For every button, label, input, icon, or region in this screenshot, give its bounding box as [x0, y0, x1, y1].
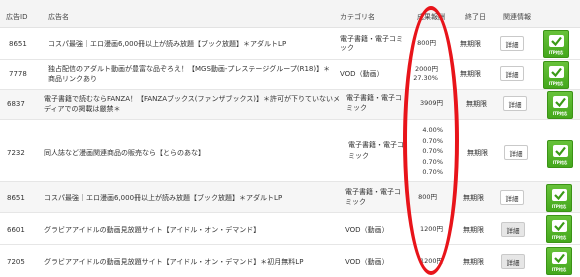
reward-values: 800円 — [405, 39, 436, 48]
reward-value: 0.70% — [422, 136, 443, 145]
itp-badge: ITP対応 — [546, 184, 572, 212]
category-line-1: 電子書籍・電子コ — [348, 141, 404, 149]
reward-value: 27.30% — [413, 74, 438, 82]
table-row: 8651 コスパ最強｜エロ漫画6,000冊以上が読み放題【ブック放題】＊アダルト… — [0, 182, 580, 213]
category-line-1: VOD（動画） — [340, 70, 384, 78]
table-row: 7232 同人誌など漫画関連商品の販売なら【とらのあな】 電子書籍・電子コ ミッ… — [0, 120, 580, 182]
check-icon — [549, 66, 564, 78]
ad-id: 7205 — [7, 258, 25, 266]
detail-button[interactable]: 詳細 — [500, 36, 524, 51]
reward-values: 2000円 27.30% — [405, 65, 438, 83]
reward-value: 0.70% — [422, 168, 443, 176]
itp-label: ITP対応 — [551, 267, 567, 272]
end-date: 無期限 — [460, 40, 481, 48]
itp-badge: ITP対応 — [546, 247, 572, 275]
ad-name[interactable]: コスパ最強｜エロ漫画6,000冊以上が読み放題【ブック放題】＊アダルトLP — [48, 39, 328, 49]
ad-id: 8651 — [7, 194, 25, 202]
reward-value: 1200円 — [419, 257, 443, 265]
reward-values: 1200円 — [405, 257, 443, 266]
header-category: カテゴリ名 — [340, 13, 375, 21]
reward-value: 4.00% — [422, 126, 443, 134]
header-related: 関連情報 — [503, 13, 531, 21]
ad-id: 8651 — [9, 40, 27, 48]
detail-button[interactable]: 詳細 — [501, 254, 525, 269]
header-name: 広告名 — [48, 13, 69, 21]
itp-label: ITP対応 — [552, 111, 568, 116]
header-reward: 成果報酬 — [417, 13, 445, 21]
itp-label: ITP対応 — [548, 50, 564, 55]
ad-id: 6837 — [7, 100, 25, 108]
ad-name-line-1[interactable]: 独占配信のアダルト動画が豊富な品ぞろえ！【MGS動画-プレステージグループ(R1… — [48, 64, 338, 74]
reward-value: 1200円 — [419, 225, 443, 233]
itp-label: ITP対応 — [548, 81, 564, 86]
category-line-2: ミック — [345, 198, 366, 206]
ad-name-line-2[interactable]: 商品リンクあり — [48, 74, 97, 84]
check-icon — [549, 35, 564, 47]
ad-name[interactable]: 同人誌など漫画関連商品の販売なら【とらのあな】 — [44, 148, 205, 158]
end-date: 無期限 — [460, 70, 481, 78]
itp-badge: ITP対応 — [543, 30, 569, 58]
ad-name-line-2[interactable]: ディアでの掲載は厳禁＊ — [44, 104, 121, 114]
table-row: 6837 電子書籍で読むならFANZA！【FANZAブックス(ファンザブックス)… — [0, 90, 580, 120]
table-row: 7205 グラビアアイドルの動画見放題サイト【アイドル・オン・デマンド】＊初月無… — [0, 245, 580, 277]
header-end-date: 終了日 — [465, 13, 486, 21]
category-line-2: ック — [340, 44, 354, 52]
itp-badge: ITP対応 — [547, 91, 573, 119]
category-line-1: VOD（動画） — [345, 226, 389, 234]
end-date: 無期限 — [463, 226, 484, 234]
category-line-1: VOD（動画） — [345, 258, 389, 266]
reward-value: 3909円 — [419, 99, 443, 107]
category-line-1: 電子書籍・電子コ — [345, 188, 401, 196]
category-line-2: ミック — [348, 152, 369, 160]
itp-label: ITP対応 — [551, 204, 567, 209]
detail-button[interactable]: 詳細 — [500, 66, 524, 81]
detail-button[interactable]: 詳細 — [500, 190, 524, 205]
category-line-2: ミック — [346, 104, 367, 112]
reward-value: 0.70% — [422, 157, 443, 166]
detail-button[interactable]: 詳細 — [504, 145, 528, 160]
ad-id: 6601 — [7, 226, 25, 234]
table-row: 8651 コスパ最強｜エロ漫画6,000冊以上が読み放題【ブック放題】＊アダルト… — [0, 28, 580, 60]
header-id: 広告ID — [6, 13, 28, 21]
category-line-1: 電子書籍・電子コ — [346, 94, 402, 102]
end-date: 無期限 — [463, 194, 484, 202]
itp-label: ITP対応 — [551, 235, 567, 240]
check-icon — [553, 145, 568, 157]
reward-value: 0.70% — [422, 147, 443, 155]
end-date: 無期限 — [466, 100, 487, 108]
table-header: 広告ID 広告名 カテゴリ名 成果報酬 終了日 関連情報 — [0, 0, 580, 28]
ad-id: 7232 — [7, 149, 25, 157]
itp-label: ITP対応 — [552, 160, 568, 165]
reward-value: 2000円 — [414, 65, 438, 73]
ad-name-line-1[interactable]: 電子書籍で読むならFANZA！【FANZAブックス(ファンザブックス)】＊許可が… — [44, 94, 344, 104]
ad-name[interactable]: コスパ最強｜エロ漫画6,000冊以上が読み放題【ブック放題】＊アダルトLP — [44, 193, 334, 203]
check-icon — [552, 189, 567, 201]
check-icon — [552, 220, 567, 232]
ad-id: 7778 — [9, 70, 27, 78]
ad-name[interactable]: グラビアアイドルの動画見放題サイト【アイドル・オン・デマンド】＊初月無料LP — [44, 257, 344, 267]
reward-values: 3909円 — [407, 99, 443, 108]
reward-values: 800円 — [405, 193, 437, 202]
table-row: 6601 グラビアアイドルの動画見放題サイト【アイドル・オン・デマンド】 VOD… — [0, 213, 580, 245]
check-icon — [553, 96, 568, 108]
itp-badge: ITP対応 — [543, 61, 569, 89]
reward-value: 800円 — [418, 193, 437, 201]
table-row: 7778 独占配信のアダルト動画が豊富な品ぞろえ！【MGS動画-プレステージグル… — [0, 60, 580, 90]
end-date: 無期限 — [463, 258, 484, 266]
itp-badge: ITP対応 — [547, 140, 573, 168]
itp-badge: ITP対応 — [546, 215, 572, 243]
detail-button[interactable]: 詳細 — [501, 222, 525, 237]
end-date: 無期限 — [467, 149, 488, 157]
reward-values: 1200円 — [405, 225, 443, 234]
ad-name[interactable]: グラビアアイドルの動画見放題サイト【アイドル・オン・デマンド】 — [44, 225, 260, 235]
reward-values: 4.00% 0.70% 0.70% 0.70% 0.70% — [410, 125, 443, 178]
detail-button[interactable]: 詳細 — [503, 96, 527, 111]
reward-value: 800円 — [417, 39, 436, 47]
check-icon — [552, 252, 567, 264]
